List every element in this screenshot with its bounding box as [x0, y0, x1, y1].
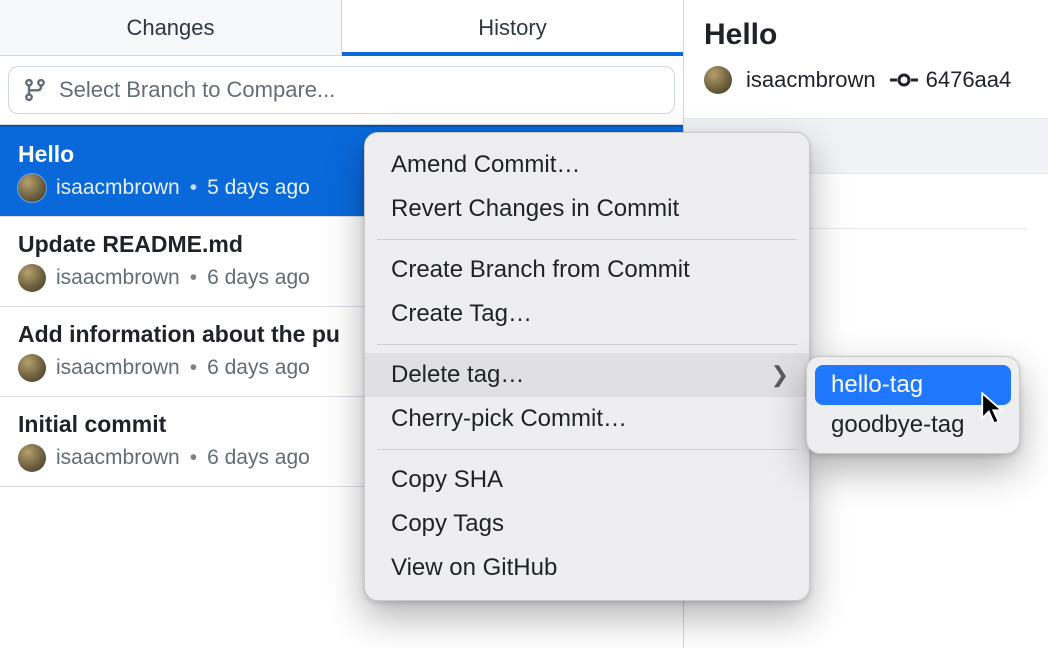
commit-age: 6 days ago: [207, 356, 310, 380]
commit-author: isaacmbrown: [56, 356, 180, 380]
avatar: [704, 66, 732, 94]
separator-dot: •: [190, 176, 197, 200]
ctx-view-github[interactable]: View on GitHub: [365, 546, 809, 590]
avatar: [18, 174, 46, 202]
tab-history[interactable]: History: [342, 0, 683, 55]
separator-dot: •: [190, 356, 197, 380]
ctx-revert-changes[interactable]: Revert Changes in Commit: [365, 187, 809, 231]
sha-wrap: 6476aa4: [890, 67, 1012, 93]
avatar: [18, 264, 46, 292]
separator-dot: •: [190, 266, 197, 290]
ctx-copy-tags[interactable]: Copy Tags: [365, 502, 809, 546]
detail-meta: isaacmbrown 6476aa4: [704, 66, 1028, 94]
commit-author: isaacmbrown: [56, 176, 180, 200]
menu-separator: [377, 344, 797, 345]
tabs: Changes History: [0, 0, 683, 56]
chevron-right-icon: ❯: [771, 362, 789, 388]
commit-author: isaacmbrown: [56, 266, 180, 290]
commit-author: isaacmbrown: [56, 446, 180, 470]
commit-age: 6 days ago: [207, 446, 310, 470]
submenu-tag-item[interactable]: hello-tag: [815, 365, 1011, 405]
separator-dot: •: [190, 446, 197, 470]
avatar: [18, 444, 46, 472]
delete-tag-submenu: hello-tag goodbye-tag: [806, 356, 1020, 454]
submenu-tag-item[interactable]: goodbye-tag: [815, 405, 1011, 445]
ctx-amend-commit[interactable]: Amend Commit…: [365, 143, 809, 187]
ctx-cherry-pick[interactable]: Cherry-pick Commit…: [365, 397, 809, 441]
menu-separator: [377, 449, 797, 450]
detail-sha: 6476aa4: [926, 67, 1012, 93]
detail-author: isaacmbrown: [746, 67, 876, 93]
tab-changes[interactable]: Changes: [0, 0, 342, 55]
ctx-delete-tag[interactable]: Delete tag… ❯: [365, 353, 809, 397]
ctx-create-tag[interactable]: Create Tag…: [365, 292, 809, 336]
ctx-copy-sha[interactable]: Copy SHA: [365, 458, 809, 502]
context-menu: Amend Commit… Revert Changes in Commit C…: [364, 132, 810, 601]
commit-age: 6 days ago: [207, 266, 310, 290]
avatar: [18, 354, 46, 382]
branch-icon: [23, 78, 47, 102]
menu-separator: [377, 239, 797, 240]
commit-age: 5 days ago: [207, 176, 310, 200]
commit-node-icon: [890, 71, 918, 89]
detail-title: Hello: [704, 18, 1028, 52]
ctx-create-branch[interactable]: Create Branch from Commit: [365, 248, 809, 292]
branch-select-wrap: Select Branch to Compare...: [0, 56, 683, 125]
branch-compare-placeholder: Select Branch to Compare...: [59, 77, 335, 103]
branch-compare-select[interactable]: Select Branch to Compare...: [8, 66, 675, 114]
